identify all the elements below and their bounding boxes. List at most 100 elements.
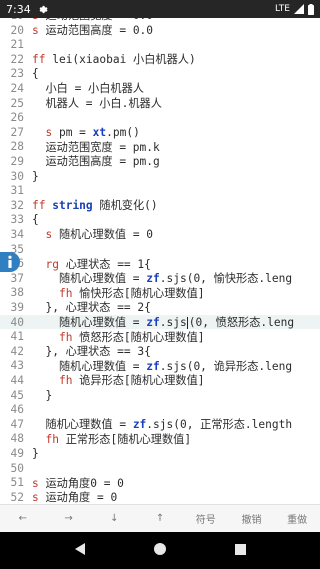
code-line[interactable]: 35 [0, 242, 320, 257]
back-icon[interactable] [73, 541, 87, 560]
arrow-left-button[interactable]: ← [0, 505, 46, 533]
token-fn: zf [132, 418, 147, 432]
code-text[interactable]: fh 愤怒形态[随机心理数值] [30, 329, 205, 345]
arrow-up-button[interactable]: ↑ [137, 505, 183, 533]
code-line[interactable]: 23 { [0, 67, 320, 82]
code-text[interactable]: } [30, 389, 52, 402]
token-ty: string [52, 199, 93, 213]
code-editor[interactable]: 19s 运动范围宽度 = 0.020s 运动范围高度 = 0.02122ff l… [0, 0, 320, 504]
code-line[interactable]: 40 随机心理数值 = zf.sjs (0, 愤怒形态.leng [0, 314, 320, 330]
line-number: 23 [10, 67, 24, 81]
code-line[interactable]: 22 ff lei(xiaobai 小白机器人) [0, 52, 320, 67]
code-line[interactable]: 39 }, 心理状态 == 2{ [0, 300, 320, 315]
code-text[interactable]: rg 心理状态 == 1{ [30, 256, 150, 272]
code-line[interactable]: 46 [0, 402, 320, 417]
code-text[interactable]: 随机心理数值 = zf.sjs(0, 愉快形态.leng [30, 270, 292, 286]
code-line[interactable]: 36 rg 心理状态 == 1{ [0, 256, 320, 271]
code-line[interactable]: 28 运动范围宽度 = pm.k [0, 140, 320, 155]
info-icon[interactable] [0, 252, 20, 272]
undo-button[interactable]: 撤销 [229, 505, 275, 533]
line-number: 20 [10, 23, 24, 37]
code-text[interactable]: { [30, 67, 39, 80]
token-text: } [32, 388, 53, 402]
code-line[interactable]: 31 [0, 183, 320, 198]
code-text[interactable]: }, 心理状态 == 2{ [30, 299, 150, 315]
code-line[interactable]: 52 s 运动角度 = 0 [0, 490, 320, 504]
code-text[interactable]: 运动范围宽度 = pm.k [30, 139, 160, 155]
settings-icon [37, 4, 48, 15]
arrow-down-button[interactable]: ↓ [91, 505, 137, 533]
code-text[interactable]: 随机心理数值 = zf.sjs(0, 诡异形态.leng [30, 358, 292, 374]
code-line[interactable]: 33 { [0, 213, 320, 228]
code-line[interactable]: 30} [0, 169, 320, 184]
code-line[interactable]: 48 fh 正常形态[随机心理数值] [0, 432, 320, 447]
code-line[interactable]: 26 [0, 110, 320, 125]
code-line[interactable]: 38 fh 愉快形态[随机心理数值] [0, 286, 320, 301]
code-text[interactable]: s 运动角度 = 0 [30, 489, 117, 504]
code-line[interactable]: 42 }, 心理状态 == 3{ [0, 344, 320, 359]
code-text[interactable]: }, 心理状态 == 3{ [30, 343, 150, 359]
code-line[interactable]: 44 fh 诡异形态[随机心理数值] [0, 373, 320, 388]
symbol-button[interactable]: 符号 [183, 505, 229, 533]
token-text: pm = [52, 125, 93, 139]
code-line[interactable]: 32 ff string 随机变化() [0, 198, 320, 213]
line-number: 51 [10, 476, 24, 490]
code-text[interactable]: s 随机心理数值 = 0 [30, 226, 153, 242]
code-text[interactable]: } [30, 170, 39, 183]
code-line[interactable]: 41 fh 愤怒形态[随机心理数值] [0, 329, 320, 344]
code-text[interactable]: 运动范围高度 = pm.g [30, 153, 159, 169]
code-line[interactable]: 20 s 运动范围高度 = 0.0 [0, 23, 320, 38]
code-line[interactable]: 25 机器人 = 小白.机器人 [0, 96, 320, 111]
code-line[interactable]: 47 随机心理数值 = zf.sjs(0, 正常形态.length [0, 417, 320, 432]
code-line[interactable]: 24 小白 = 小白机器人 [0, 81, 320, 96]
code-text[interactable]: 机器人 = 小白.机器人 [30, 95, 161, 111]
token-text: 运动范围高度 = 0.0 [38, 24, 154, 38]
code-line[interactable]: 50 [0, 461, 320, 476]
token-text: 随机心理数值 = 0 [52, 228, 154, 242]
code-line[interactable]: 43 随机心理数值 = zf.sjs(0, 诡异形态.leng [0, 359, 320, 374]
token-text: .sjs(0, 正常形态.length [146, 418, 293, 432]
code-text[interactable]: s pm = xt.pm() [30, 125, 140, 139]
redo-button[interactable]: 重做 [274, 505, 320, 533]
code-line[interactable]: 51 s 运动角度0 = 0 [0, 475, 320, 490]
token-text: .pm() [106, 125, 140, 139]
code-text[interactable]: 随机心理数值 = zf.sjs (0, 愤怒形态.leng [30, 314, 294, 330]
code-text[interactable]: s 运动角度0 = 0 [30, 475, 124, 491]
code-line[interactable]: 21 [0, 37, 320, 52]
code-line[interactable]: 37 随机心理数值 = zf.sjs(0, 愉快形态.leng [0, 271, 320, 286]
status-bar: 7:34 LTE [0, 0, 320, 18]
line-number: 31 [10, 184, 24, 198]
token-text: { [32, 213, 39, 227]
token-text: 运动范围宽度 = pm.k [32, 140, 160, 154]
code-text[interactable]: { [30, 213, 39, 226]
code-text[interactable]: ff string 随机变化() [30, 197, 158, 213]
code-line[interactable]: 34 s 随机心理数值 = 0 [0, 227, 320, 242]
code-text[interactable]: 随机心理数值 = zf.sjs(0, 正常形态.length [30, 416, 292, 432]
code-text[interactable]: ff lei(xiaobai 小白机器人) [30, 51, 196, 67]
signal-icon [294, 4, 304, 14]
code-line[interactable]: 49} [0, 446, 320, 461]
line-number: 43 [10, 359, 24, 373]
code-line[interactable]: 45 } [0, 388, 320, 403]
code-line[interactable]: 27 s pm = xt.pm() [0, 125, 320, 140]
code-line[interactable]: 29 运动范围高度 = pm.g [0, 154, 320, 169]
line-number: 52 [10, 490, 24, 504]
recents-icon[interactable] [234, 541, 247, 560]
code-text[interactable]: fh 愉快形态[随机心理数值] [30, 285, 205, 301]
line-number: 49 [10, 446, 24, 460]
token-text: 运动角度 = 0 [38, 491, 118, 504]
code-text[interactable]: fh 诡异形态[随机心理数值] [30, 372, 205, 388]
code-text[interactable]: s 运动范围高度 = 0.0 [30, 22, 153, 38]
home-icon[interactable] [153, 541, 167, 560]
code-text[interactable]: } [30, 447, 39, 460]
code-text[interactable]: fh 正常形态[随机心理数值] [30, 431, 191, 447]
token-fn: zf [146, 272, 160, 286]
line-number: 30 [10, 169, 24, 183]
arrow-right-button[interactable]: → [46, 505, 92, 533]
code-text[interactable]: 小白 = 小白机器人 [30, 80, 144, 96]
editor-toolbar: ← → ↓ ↑ 符号 撤销 重做 [0, 504, 320, 532]
line-number: 37 [10, 271, 24, 285]
line-number: 22 [10, 52, 24, 66]
